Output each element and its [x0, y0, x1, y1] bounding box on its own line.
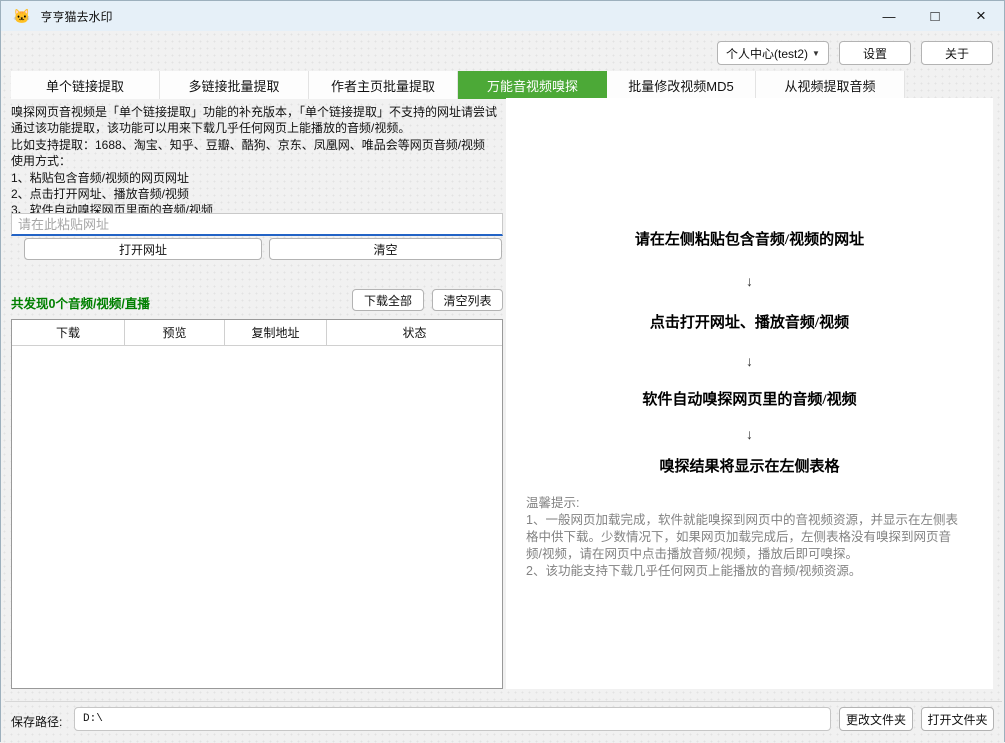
column-header-preview: 预览 — [125, 320, 225, 345]
description-line: 嗅探网页音视频是「单个链接提取」功能的补充版本，「单个链接提取」不支持的网址请尝… — [11, 104, 505, 137]
column-header-status: 状态 — [327, 320, 502, 345]
down-arrow-icon: ↓ — [506, 273, 993, 289]
tab-bar: 单个链接提取 多链接批量提取 作者主页批量提取 万能音视频嗅探 批量修改视频MD… — [11, 71, 905, 99]
tab-batch-modify-md5[interactable]: 批量修改视频MD5 — [607, 71, 756, 99]
column-header-copy-address: 复制地址 — [225, 320, 327, 345]
maximize-button[interactable]: □ — [912, 1, 958, 31]
minimize-button[interactable]: — — [866, 1, 912, 31]
account-label: 个人中心(test2) — [726, 45, 808, 62]
app-cat-icon: 🐱 — [13, 8, 30, 25]
settings-button[interactable]: 设置 — [839, 41, 911, 65]
tip-line: 1、一般网页加载完成，软件就能嗅探到网页中的音视频资源，并显示在左侧表格中供下载… — [526, 512, 966, 563]
clear-list-button[interactable]: 清空列表 — [432, 289, 503, 311]
sniff-result-count: 共发现0个音频/视频/直播 — [11, 293, 150, 312]
tab-universal-sniffer[interactable]: 万能音视频嗅探 — [458, 71, 607, 99]
tab-single-link-extract[interactable]: 单个链接提取 — [11, 71, 160, 99]
chevron-down-icon: ▼ — [812, 49, 820, 58]
save-path-label: 保存路径: — [11, 713, 62, 730]
results-table-header: 下载 预览 复制地址 状态 — [12, 320, 502, 346]
results-table: 下载 预览 复制地址 状态 — [11, 319, 503, 689]
instructions-panel: 请在左侧粘贴包含音频/视频的网址 ↓ 点击打开网址、播放音频/视频 ↓ 软件自动… — [506, 98, 993, 689]
about-button[interactable]: 关于 — [921, 41, 993, 65]
download-all-button[interactable]: 下载全部 — [352, 289, 424, 311]
instruction-step: 请在左侧粘贴包含音频/视频的网址 — [506, 228, 993, 249]
description-line: 2、点击打开网址、播放音频/视频 — [11, 186, 505, 202]
account-dropdown[interactable]: 个人中心(test2) ▼ — [717, 41, 829, 65]
tips-title: 温馨提示: — [526, 495, 966, 512]
url-input[interactable] — [11, 213, 503, 236]
app-title: 亨亨猫去水印 — [40, 8, 112, 25]
open-url-button[interactable]: 打开网址 — [24, 238, 262, 260]
instruction-step: 软件自动嗅探网页里的音频/视频 — [506, 388, 993, 409]
tip-line: 2、该功能支持下载几乎任何网页上能播放的音频/视频资源。 — [526, 563, 966, 580]
instruction-step: 点击打开网址、播放音频/视频 — [506, 311, 993, 332]
column-header-download: 下载 — [12, 320, 125, 345]
titlebar: 🐱 亨亨猫去水印 — □ × — [1, 1, 1004, 31]
down-arrow-icon: ↓ — [506, 426, 993, 442]
description-line: 使用方式： — [11, 153, 505, 169]
close-button[interactable]: × — [958, 1, 1004, 31]
tab-extract-audio-from-video[interactable]: 从视频提取音频 — [756, 71, 905, 99]
open-folder-button[interactable]: 打开文件夹 — [921, 707, 994, 731]
instruction-step: 嗅探结果将显示在左侧表格 — [506, 455, 993, 476]
clear-url-button[interactable]: 清空 — [269, 238, 502, 260]
save-path-input[interactable] — [74, 707, 831, 731]
window-controls: — □ × — [866, 1, 1004, 31]
down-arrow-icon: ↓ — [506, 353, 993, 369]
description-line: 比如支持提取：1688、淘宝、知乎、豆瓣、酷狗、京东、凤凰网、唯品会等网页音频/… — [11, 137, 505, 153]
tips-block: 温馨提示: 1、一般网页加载完成，软件就能嗅探到网页中的音视频资源，并显示在左侧… — [526, 495, 966, 580]
change-folder-button[interactable]: 更改文件夹 — [839, 707, 913, 731]
tab-multi-link-batch-extract[interactable]: 多链接批量提取 — [160, 71, 309, 99]
description-line: 1、粘贴包含音频/视频的网页网址 — [11, 170, 505, 186]
feature-description: 嗅探网页音视频是「单个链接提取」功能的补充版本，「单个链接提取」不支持的网址请尝… — [11, 104, 505, 219]
bottom-divider — [5, 701, 1002, 702]
tab-author-page-batch-extract[interactable]: 作者主页批量提取 — [309, 71, 458, 99]
